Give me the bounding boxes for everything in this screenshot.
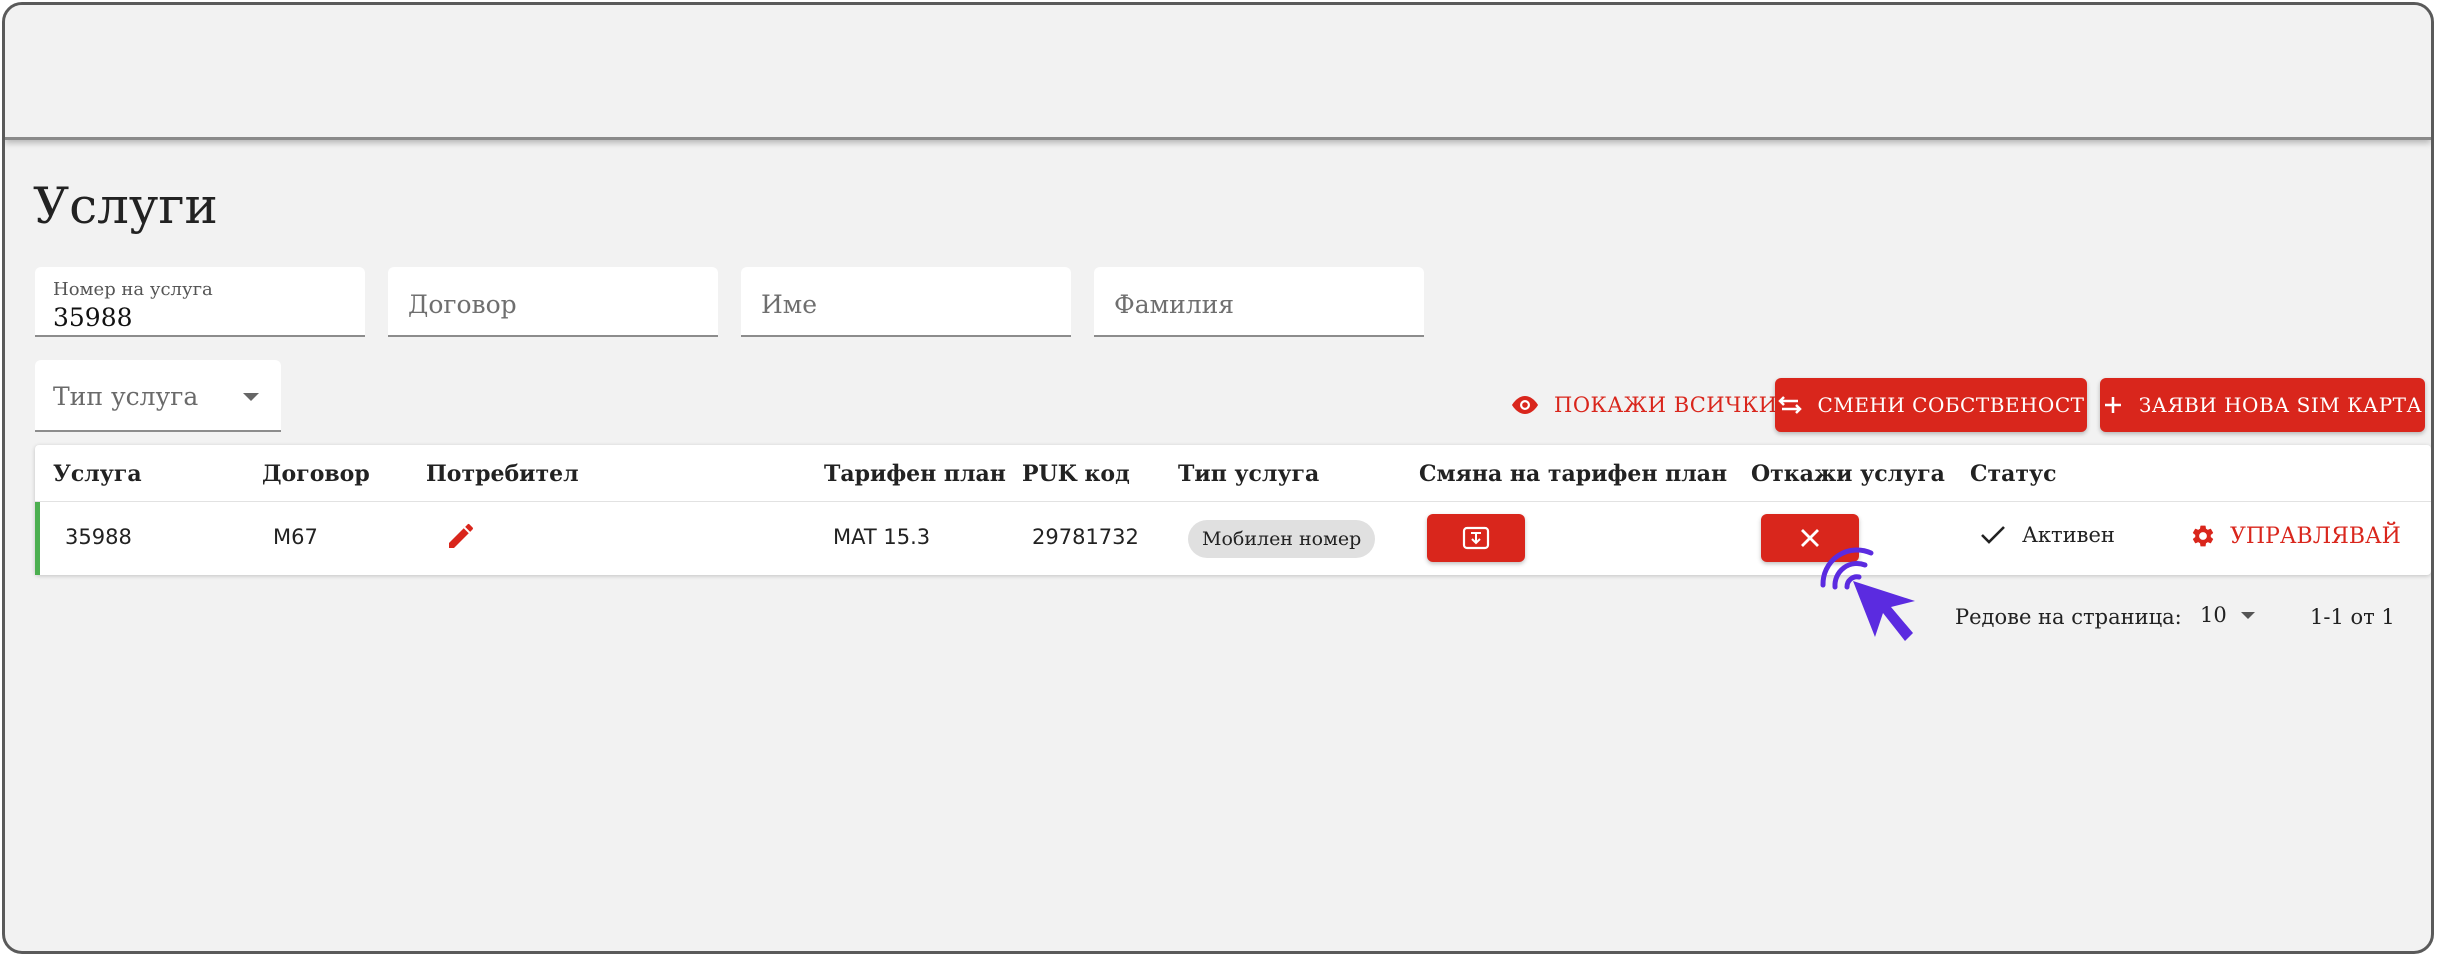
status-text: Активен <box>2022 523 2115 547</box>
column-header-tariff[interactable]: Тарифен план <box>824 461 1006 487</box>
service-type-select[interactable]: Тип услуга <box>35 360 281 432</box>
contract-input[interactable] <box>406 285 704 323</box>
column-header-consumer[interactable]: Потребител <box>426 461 579 487</box>
column-header-puk[interactable]: PUK код <box>1022 461 1130 487</box>
swap-icon <box>1777 396 1802 414</box>
page-title: Услуги <box>33 177 218 235</box>
last-name-input[interactable] <box>1112 285 1410 323</box>
change-tariff-button[interactable] <box>1427 514 1525 562</box>
chevron-down-icon <box>2240 611 2255 619</box>
service-type-chip: Мобилен номер <box>1188 520 1376 558</box>
new-sim-button[interactable]: ЗАЯВИ НОВА SIM КАРТА <box>2100 378 2425 432</box>
cell-puk: 29781732 <box>1032 525 1139 549</box>
first-name-field[interactable] <box>741 267 1071 337</box>
gear-icon <box>2192 525 2214 547</box>
service-number-field[interactable]: Номер на услуга 35988 <box>35 267 365 337</box>
column-header-status[interactable]: Статус <box>1970 461 2057 487</box>
top-bar <box>5 5 2431 140</box>
column-header-cancel-service[interactable]: Откажи услуга <box>1751 461 1945 487</box>
pointer-cursor-icon <box>1820 547 1915 641</box>
chevron-down-icon <box>243 393 259 401</box>
column-header-change-tariff[interactable]: Смяна на тарифен план <box>1419 461 1727 487</box>
cell-service: 35988 <box>65 525 132 549</box>
contract-field[interactable] <box>388 267 718 337</box>
pencil-icon[interactable] <box>445 520 477 552</box>
cell-contract: M67 <box>273 525 318 549</box>
first-name-input[interactable] <box>759 285 1057 323</box>
service-number-value[interactable]: 35988 <box>53 303 133 332</box>
check-icon <box>1981 526 2005 544</box>
cell-tariff: MAT 15.3 <box>833 525 931 549</box>
status-cell: Активен <box>1980 523 2115 547</box>
service-number-label: Номер на услуга <box>53 279 213 300</box>
column-header-service-type[interactable]: Тип услуга <box>1178 461 1319 487</box>
new-sim-label: ЗАЯВИ НОВА SIM КАРТА <box>2138 393 2423 417</box>
active-row-indicator <box>35 502 40 575</box>
change-owner-button[interactable]: СМЕНИ СОБСТВЕНОСТ <box>1775 378 2087 432</box>
show-all-label: ПОКАЖИ ВСИЧКИ <box>1554 393 1778 417</box>
manage-label: УПРАВЛЯВАЙ <box>2230 523 2401 549</box>
show-all-button[interactable]: ПОКАЖИ ВСИЧКИ <box>1510 385 1777 425</box>
last-name-field[interactable] <box>1094 267 1424 337</box>
pagination-range: 1-1 от 1 <box>2310 605 2395 629</box>
rows-per-page-value: 10 <box>2200 603 2227 627</box>
rows-per-page-label: Редове на страница: <box>1955 605 2182 629</box>
tariff-change-icon <box>1462 526 1490 550</box>
app-window: Услуги Номер на услуга 35988 Тип услуга … <box>2 2 2434 954</box>
column-header-contract[interactable]: Договор <box>262 461 370 487</box>
service-type-label: Тип услуга <box>53 382 199 411</box>
plus-icon <box>2104 397 2121 413</box>
column-header-service[interactable]: Услуга <box>53 461 142 487</box>
eye-icon <box>1512 396 1538 414</box>
change-owner-label: СМЕНИ СОБСТВЕНОСТ <box>1817 393 2085 417</box>
rows-per-page-select[interactable]: 10 <box>2200 603 2255 627</box>
header-divider <box>35 501 2431 502</box>
manage-button[interactable]: УПРАВЛЯВАЙ <box>2190 523 2401 549</box>
